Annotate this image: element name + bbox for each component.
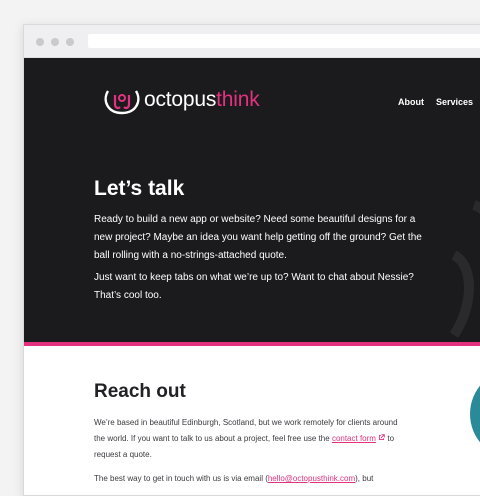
browser-toolbar	[24, 25, 480, 58]
window-control-dot[interactable]	[66, 38, 74, 46]
reach-paragraph-text: The best way to get in touch with us is …	[94, 474, 268, 483]
octopus-logo-icon[interactable]	[102, 87, 142, 117]
external-link-icon	[379, 434, 385, 441]
nav-about[interactable]: About	[398, 97, 424, 107]
decorative-teal-circle	[470, 369, 480, 459]
brand-wordmark[interactable]: octopusthink	[144, 88, 260, 112]
browser-window: octopusthink About Services Let’s talk R…	[23, 24, 480, 496]
hero-paragraph: Ready to build a new app or website? Nee…	[94, 214, 422, 261]
reach-paragraph-end: ), but	[355, 474, 374, 483]
address-bar[interactable]	[88, 34, 480, 48]
section-title: Reach out	[94, 381, 186, 402]
window-control-dot[interactable]	[36, 38, 44, 46]
reach-paragraph: The best way to get in touch with us is …	[94, 471, 409, 487]
reach-paragraph: We’re based in beautiful Edinburgh, Scot…	[94, 415, 409, 463]
hero-paragraph: Just want to keep tabs on what we’re up …	[94, 272, 414, 301]
email-link[interactable]: hello@octopusthink.com	[268, 474, 355, 483]
decorative-arc-icon	[449, 200, 480, 338]
brand-word-octopus: octopus	[144, 88, 217, 111]
brand-word-think: think	[216, 88, 260, 111]
window-control-dot[interactable]	[51, 38, 59, 46]
accent-divider	[24, 342, 480, 346]
nav-services[interactable]: Services	[436, 97, 473, 107]
contact-form-link[interactable]: contact form	[332, 434, 376, 443]
hero-title: Let’s talk	[94, 177, 185, 200]
